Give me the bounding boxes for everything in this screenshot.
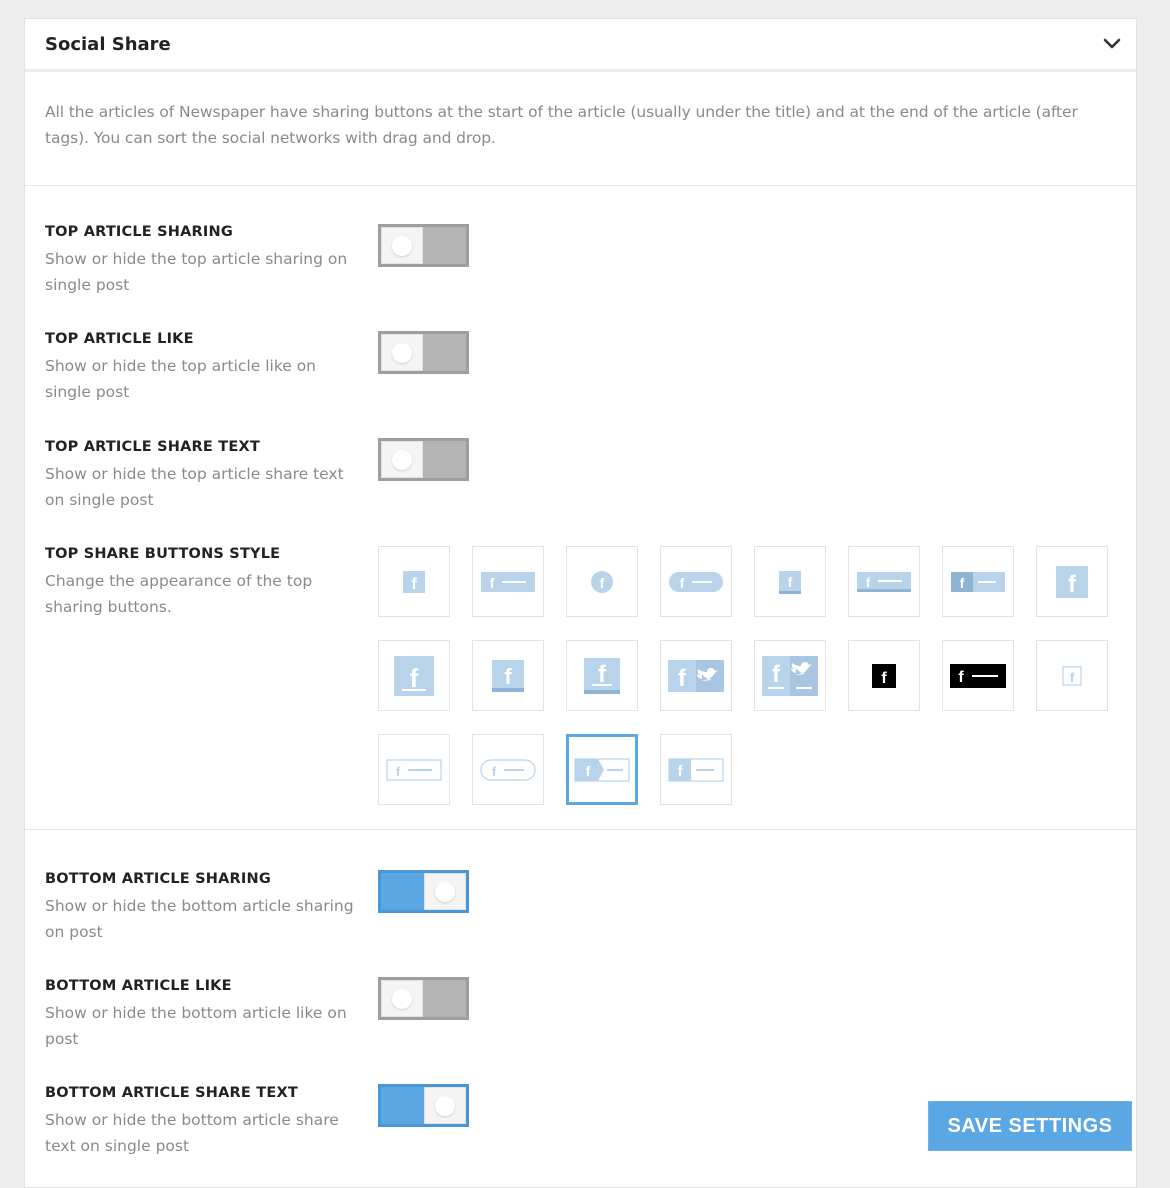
toggle-knob bbox=[381, 980, 423, 1017]
share-style-option[interactable]: f bbox=[472, 640, 544, 711]
share-style-option[interactable]: f bbox=[472, 546, 544, 617]
facebook-icon: f bbox=[394, 655, 434, 696]
facebook-icon: f bbox=[386, 758, 442, 781]
save-settings-button[interactable]: SAVE SETTINGS bbox=[928, 1101, 1132, 1151]
svg-text:f: f bbox=[490, 575, 495, 591]
setting-label: BOTTOM ARTICLE LIKE Show or hide the bot… bbox=[45, 976, 360, 1052]
setting-label: TOP ARTICLE LIKE Show or hide the top ar… bbox=[45, 329, 360, 405]
setting-title: TOP ARTICLE SHARE TEXT bbox=[45, 439, 260, 455]
setting-description: Show or hide the top article sharing on … bbox=[45, 250, 348, 294]
svg-text:f: f bbox=[410, 663, 419, 693]
facebook-icon: f bbox=[481, 571, 535, 592]
toggle-knob bbox=[424, 873, 466, 910]
share-style-option[interactable]: f bbox=[1036, 546, 1108, 617]
share-style-option[interactable]: f bbox=[754, 546, 826, 617]
facebook-icon: f bbox=[584, 657, 620, 694]
share-style-option[interactable]: f bbox=[942, 546, 1014, 617]
svg-text:f: f bbox=[411, 576, 417, 593]
facebook-icon: f bbox=[1062, 665, 1082, 686]
setting-title: TOP ARTICLE SHARING bbox=[45, 224, 233, 240]
svg-text:f: f bbox=[1068, 571, 1077, 598]
svg-text:f: f bbox=[788, 574, 793, 590]
facebook-icon: f bbox=[951, 571, 1005, 592]
share-style-option[interactable]: f bbox=[378, 734, 450, 805]
svg-text:f: f bbox=[678, 665, 687, 692]
setting-title: TOP ARTICLE LIKE bbox=[45, 331, 194, 347]
facebook-icon: f bbox=[1056, 565, 1088, 598]
svg-text:f: f bbox=[958, 669, 964, 686]
setting-label: TOP SHARE BUTTONS STYLE Change the appea… bbox=[45, 544, 360, 620]
svg-text:f: f bbox=[586, 763, 591, 779]
toggle-knob bbox=[424, 1087, 466, 1124]
top-article-sharing-toggle[interactable] bbox=[378, 224, 469, 267]
setting-label: TOP ARTICLE SHARING Show or hide the top… bbox=[45, 222, 360, 298]
svg-text:f: f bbox=[680, 575, 685, 591]
toggle-knob bbox=[381, 334, 423, 371]
setting-description: Show or hide the top article share text … bbox=[45, 465, 344, 509]
setting-description: Show or hide the bottom article sharing … bbox=[45, 897, 354, 941]
panel-title: Social Share bbox=[45, 33, 171, 55]
share-style-option[interactable]: f bbox=[378, 640, 450, 711]
share-style-option[interactable]: f bbox=[848, 546, 920, 617]
share-style-option[interactable]: f bbox=[754, 640, 826, 711]
facebook-icon: f bbox=[872, 663, 896, 688]
setting-label: BOTTOM ARTICLE SHARE TEXT Show or hide t… bbox=[45, 1083, 360, 1159]
setting-description: Show or hide the top article like on sin… bbox=[45, 357, 317, 401]
share-style-option[interactable]: f bbox=[1036, 640, 1108, 711]
share-style-option[interactable]: f bbox=[472, 734, 544, 805]
svg-text:f: f bbox=[598, 661, 607, 688]
bottom-article-sharing-toggle[interactable] bbox=[378, 870, 469, 913]
setting-title: BOTTOM ARTICLE SHARING bbox=[45, 871, 271, 887]
facebook-icon: f bbox=[779, 570, 801, 594]
setting-description: Change the appearance of the top sharing… bbox=[45, 572, 313, 616]
top-article-share-text-toggle[interactable] bbox=[378, 438, 469, 481]
svg-text:f: f bbox=[881, 670, 887, 687]
bottom-article-share-text-toggle[interactable] bbox=[378, 1084, 469, 1127]
share-style-option[interactable]: f bbox=[660, 546, 732, 617]
share-style-option[interactable]: f bbox=[566, 546, 638, 617]
facebook-icon: f bbox=[762, 655, 818, 696]
toggle-knob bbox=[381, 227, 423, 264]
share-style-option[interactable]: f bbox=[848, 640, 920, 711]
share-style-option[interactable]: f bbox=[378, 546, 450, 617]
share-style-option[interactable]: f bbox=[566, 734, 638, 805]
bottom-article-like-toggle[interactable] bbox=[378, 977, 469, 1020]
share-style-option[interactable]: f bbox=[942, 640, 1014, 711]
facebook-icon: f bbox=[574, 757, 630, 782]
facebook-icon: f bbox=[591, 570, 613, 593]
facebook-icon: f bbox=[950, 663, 1006, 688]
facebook-icon: f bbox=[668, 659, 724, 692]
facebook-icon: f bbox=[403, 570, 425, 593]
toggle-knob bbox=[381, 441, 423, 478]
facebook-icon: f bbox=[492, 659, 524, 692]
setting-description: Show or hide the bottom article share te… bbox=[45, 1111, 339, 1155]
svg-text:f: f bbox=[1070, 670, 1075, 685]
svg-text:f: f bbox=[396, 764, 401, 779]
panel-header[interactable]: Social Share bbox=[25, 19, 1136, 72]
svg-text:f: f bbox=[492, 764, 497, 779]
svg-text:f: f bbox=[772, 661, 781, 688]
facebook-icon: f bbox=[669, 571, 723, 592]
share-style-option[interactable]: f bbox=[566, 640, 638, 711]
facebook-icon: f bbox=[857, 571, 911, 592]
facebook-icon: f bbox=[668, 757, 724, 782]
svg-text:f: f bbox=[504, 664, 512, 689]
social-share-panel: Social Share All the articles of Newspap… bbox=[24, 18, 1137, 1188]
setting-label: BOTTOM ARTICLE SHARING Show or hide the … bbox=[45, 869, 360, 945]
chevron-down-icon[interactable] bbox=[1102, 34, 1122, 54]
section-divider bbox=[25, 829, 1136, 830]
setting-title: BOTTOM ARTICLE LIKE bbox=[45, 978, 232, 994]
panel-intro: All the articles of Newspaper have shari… bbox=[25, 72, 1136, 186]
svg-text:f: f bbox=[600, 575, 605, 591]
svg-text:f: f bbox=[960, 575, 965, 591]
svg-text:f: f bbox=[866, 575, 871, 590]
setting-description: Show or hide the bottom article like on … bbox=[45, 1004, 347, 1048]
top-article-like-toggle[interactable] bbox=[378, 331, 469, 374]
share-style-option[interactable]: f bbox=[660, 734, 732, 805]
setting-label: TOP ARTICLE SHARE TEXT Show or hide the … bbox=[45, 437, 360, 513]
share-style-option[interactable]: f bbox=[660, 640, 732, 711]
setting-title: TOP SHARE BUTTONS STYLE bbox=[45, 546, 281, 562]
setting-title: BOTTOM ARTICLE SHARE TEXT bbox=[45, 1085, 298, 1101]
facebook-icon: f bbox=[480, 758, 536, 781]
